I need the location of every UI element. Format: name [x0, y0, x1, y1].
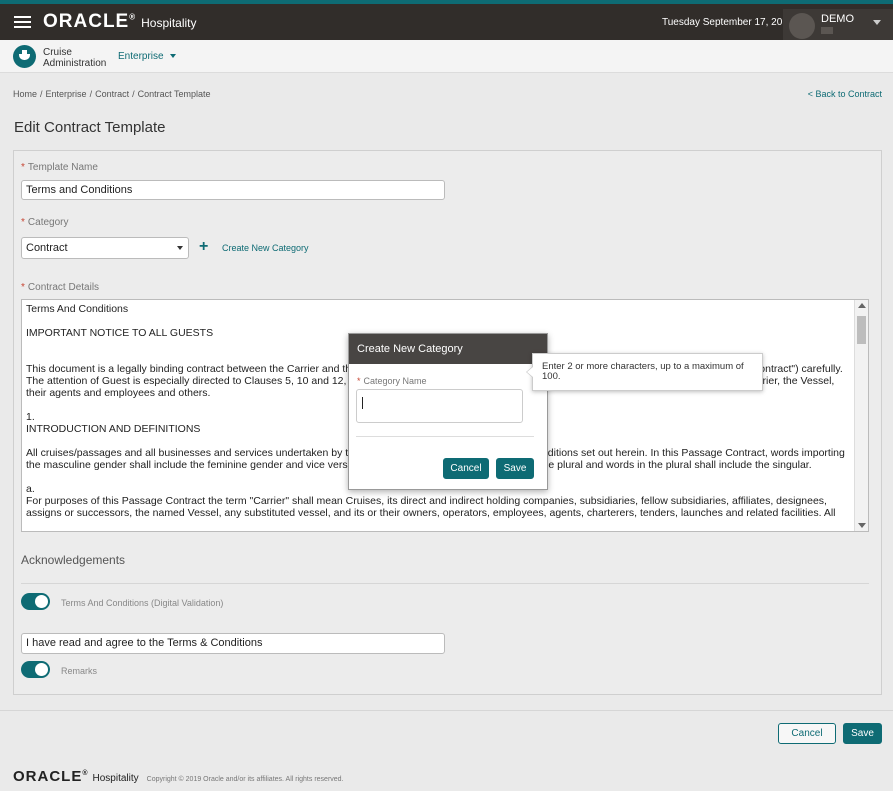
category-label: * Category	[21, 217, 69, 228]
create-category-dialog: Create New Category * Category Name Cance…	[348, 333, 548, 490]
template-name-input[interactable]: Terms and Conditions	[21, 180, 445, 200]
top-bar: ORACLE® Hospitality Tuesday September 17…	[0, 0, 893, 40]
contract-details-label: * Contract Details	[21, 282, 100, 293]
brand-product: Hospitality	[141, 16, 197, 30]
back-to-contract-link[interactable]: < Back to Contract	[808, 89, 882, 99]
editor-scrollbar[interactable]	[854, 300, 868, 531]
breadcrumb-home[interactable]: Home	[13, 89, 37, 99]
hamburger-menu-icon[interactable]	[14, 16, 31, 28]
environment-selector[interactable]: Enterprise	[118, 51, 176, 62]
agreement-text-input[interactable]: I have read and agree to the Terms & Con…	[21, 633, 445, 654]
app-subheader: Cruise Administration Enterprise	[0, 40, 893, 73]
copyright-text: Copyright © 2019 Oracle and/or its affil…	[146, 776, 344, 783]
remarks-label: Remarks	[61, 666, 98, 676]
scroll-down-icon[interactable]	[858, 523, 866, 528]
divider	[356, 436, 534, 437]
remarks-toggle[interactable]	[21, 661, 50, 678]
scroll-thumb[interactable]	[857, 316, 866, 344]
cancel-button[interactable]: Cancel	[778, 723, 836, 744]
digital-validation-toggle[interactable]	[21, 593, 50, 610]
user-property-redacted	[821, 27, 833, 34]
page-title: Edit Contract Template	[14, 119, 166, 136]
category-name-input[interactable]	[356, 389, 523, 423]
avatar	[789, 13, 815, 39]
breadcrumb: Home / Enterprise / Contract / Contract Templa…	[13, 89, 211, 99]
breadcrumb-enterprise[interactable]: Enterprise	[46, 89, 87, 99]
acknowledgements-title: Acknowledgements	[21, 553, 126, 567]
oracle-logo: ORACLE® Hospitality	[43, 11, 197, 33]
footer-brand-name: ORACLE®	[13, 768, 89, 785]
chevron-down-icon	[177, 246, 183, 250]
user-name: DEMO	[821, 13, 854, 25]
template-name-label: * Template Name	[21, 162, 98, 173]
create-new-category-link[interactable]: Create New Category	[222, 243, 309, 253]
breadcrumb-contract[interactable]: Contract	[95, 89, 129, 99]
dialog-cancel-button[interactable]: Cancel	[443, 458, 489, 479]
category-name-label: * Category Name	[357, 376, 427, 386]
save-button[interactable]: Save	[843, 723, 882, 744]
validation-tooltip: Enter 2 or more characters, up to a maxi…	[526, 353, 763, 391]
category-select[interactable]: Contract	[21, 237, 189, 259]
scroll-up-icon[interactable]	[858, 303, 866, 308]
breadcrumb-contract-template: Contract Template	[137, 89, 211, 99]
chevron-down-icon	[169, 54, 176, 59]
user-menu[interactable]: DEMO	[783, 9, 893, 40]
brand-name: ORACLE®	[43, 11, 137, 32]
app-name: Cruise Administration	[43, 47, 107, 69]
text-cursor	[362, 397, 363, 409]
divider	[0, 710, 893, 711]
chevron-down-icon[interactable]	[873, 20, 881, 25]
page-footer: ORACLE® Hospitality Copyright © 2019 Ora…	[13, 768, 344, 785]
plus-icon[interactable]: +	[199, 238, 208, 256]
dialog-save-button[interactable]: Save	[496, 458, 534, 479]
footer-brand-product: Hospitality	[92, 773, 139, 784]
divider	[21, 583, 869, 584]
cruise-ship-icon	[13, 45, 36, 68]
dialog-title: Create New Category	[349, 334, 547, 364]
current-date: Tuesday September 17, 2019	[662, 17, 794, 28]
contract-paragraph: Terms And Conditions	[26, 303, 129, 315]
digital-validation-label: Terms And Conditions (Digital Validation…	[61, 598, 224, 608]
